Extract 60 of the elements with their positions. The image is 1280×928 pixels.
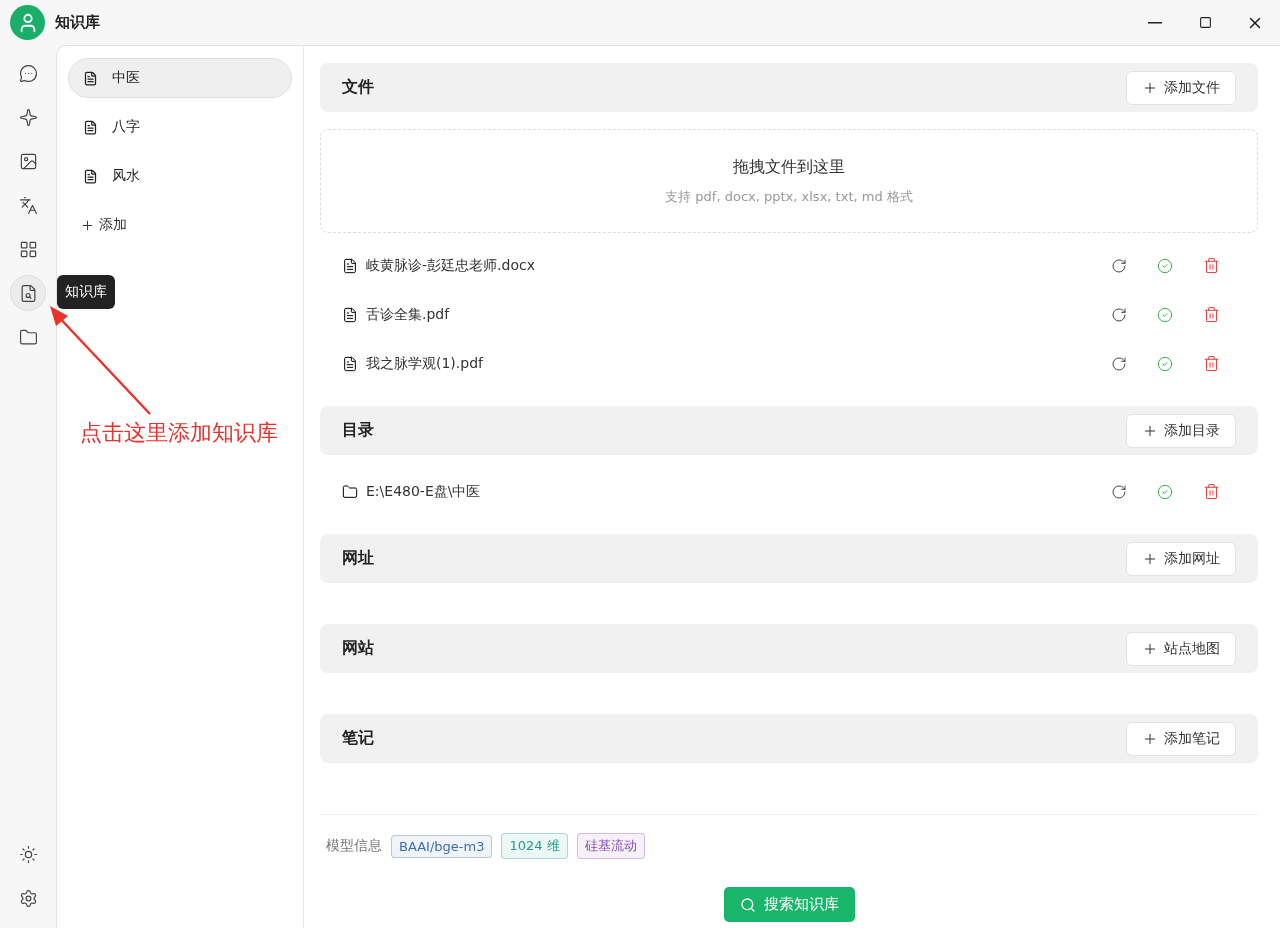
model-tag: 1024 维 [501, 833, 568, 859]
translate-icon [18, 195, 38, 215]
tooltip: 知识库 [57, 275, 115, 309]
drop-zone[interactable]: 拖拽文件到这里 支持 pdf, docx, pptx, xlsx, txt, md 格式 [320, 129, 1258, 233]
section-title: 网站 [342, 638, 374, 659]
section-title: 网址 [342, 548, 374, 569]
settings-icon [18, 888, 38, 908]
plus-icon [80, 217, 95, 233]
section-title: 笔记 [342, 728, 374, 749]
item-name: 舌诊全集.pdf [366, 305, 451, 324]
knowledge-base-item[interactable]: 风水 [68, 156, 292, 196]
document-icon [83, 168, 98, 184]
document-icon [83, 119, 98, 135]
document-icon [342, 355, 358, 372]
add-knowledge-base-button[interactable]: 添加 [68, 205, 292, 245]
sparkle-icon [18, 107, 38, 127]
check-circle-icon [1157, 306, 1173, 323]
knowledge-base-item[interactable]: 中医 [68, 58, 292, 98]
section-title: 文件 [342, 77, 374, 98]
add-button[interactable]: 站点地图 [1126, 631, 1236, 666]
annotation-text: 点击这里添加知识库 [80, 419, 278, 447]
folder-icon [18, 327, 38, 347]
grid-icon [18, 239, 38, 259]
user-avatar[interactable] [10, 5, 45, 40]
trash-icon [1202, 483, 1220, 500]
drop-zone-title: 拖拽文件到这里 [733, 156, 845, 178]
add-button[interactable]: 添加目录 [1126, 413, 1236, 448]
item-name: 岐黄脉诊-彭廷忠老师.docx [366, 256, 536, 275]
trash-icon [1202, 257, 1220, 274]
check-circle-icon [1157, 257, 1173, 274]
sun-icon [18, 844, 38, 864]
maximize-icon [1198, 16, 1212, 29]
search-icon [739, 896, 756, 913]
document-icon [342, 306, 358, 323]
minimize-icon [1148, 21, 1162, 24]
drop-zone-hint: 支持 pdf, docx, pptx, xlsx, txt, md 格式 [665, 187, 913, 206]
item-name: 我之脉学观(1).pdf [366, 354, 485, 373]
model-tag: BAAI/bge-m3 [391, 834, 493, 858]
model-info-label: 模型信息 [326, 837, 382, 855]
trash-icon [1202, 355, 1220, 372]
image-icon [18, 151, 38, 171]
add-button[interactable]: 添加笔记 [1126, 721, 1236, 756]
document-icon [342, 257, 358, 274]
refresh-icon [1111, 306, 1127, 323]
refresh-icon [1111, 257, 1127, 274]
chat-icon [18, 63, 38, 83]
check-circle-icon [1157, 483, 1173, 500]
refresh-icon [1111, 483, 1127, 500]
knowledge-base-item[interactable]: 八字 [68, 107, 292, 147]
folder-icon [342, 483, 358, 500]
add-button[interactable]: 添加文件 [1126, 70, 1236, 105]
trash-icon [1202, 306, 1220, 323]
window-title: 知识库 [55, 13, 101, 32]
check-circle-icon [1157, 355, 1173, 372]
section-title: 目录 [342, 420, 374, 441]
item-name: E:\E480-E盘\中医 [366, 482, 482, 501]
model-tag: 硅基流动 [576, 833, 645, 859]
document-icon [83, 70, 98, 86]
add-button[interactable]: 添加网址 [1126, 541, 1236, 576]
refresh-icon [1111, 355, 1127, 372]
